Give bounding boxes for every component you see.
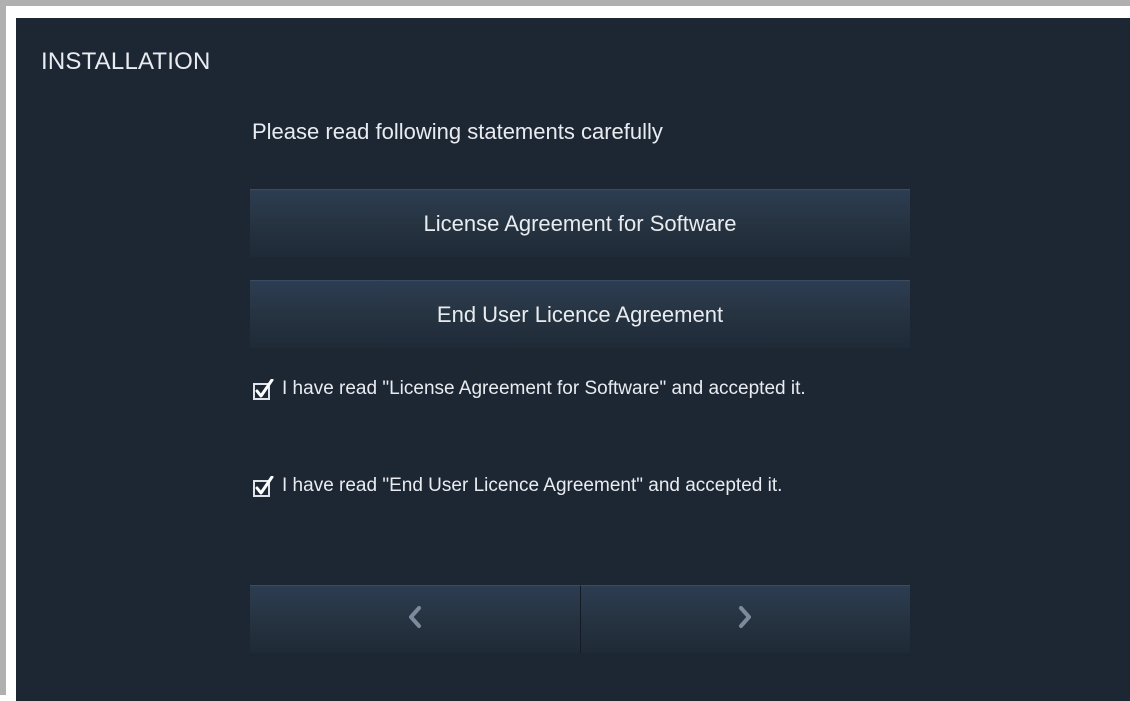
- navigation-bar: [250, 585, 910, 653]
- instruction-text: Please read following statements careful…: [252, 119, 663, 144]
- checkbox-checked-icon[interactable]: [252, 475, 274, 498]
- license-agreement-button[interactable]: License Agreement for Software: [250, 189, 910, 257]
- license-agreement-label: License Agreement for Software: [423, 210, 737, 236]
- license-agreement-checkbox-label: I have read "License Agreement for Softw…: [282, 378, 806, 399]
- checkbox-checked-icon[interactable]: [252, 378, 274, 401]
- window-frame: INSTALLATION Please read following state…: [0, 0, 1130, 701]
- next-button[interactable]: [580, 585, 910, 653]
- eula-checkbox-row[interactable]: I have read "End User Licence Agreement"…: [252, 474, 842, 498]
- chevron-right-icon: [737, 605, 753, 634]
- installation-screen: INSTALLATION Please read following state…: [16, 18, 1130, 701]
- eula-button[interactable]: End User Licence Agreement: [250, 280, 910, 348]
- page-title: INSTALLATION: [41, 48, 211, 75]
- back-button[interactable]: [250, 585, 581, 653]
- eula-checkbox-label: I have read "End User Licence Agreement"…: [282, 475, 783, 496]
- license-agreement-checkbox-row[interactable]: I have read "License Agreement for Softw…: [252, 377, 842, 401]
- eula-label: End User Licence Agreement: [436, 301, 724, 327]
- chevron-left-icon: [407, 605, 423, 634]
